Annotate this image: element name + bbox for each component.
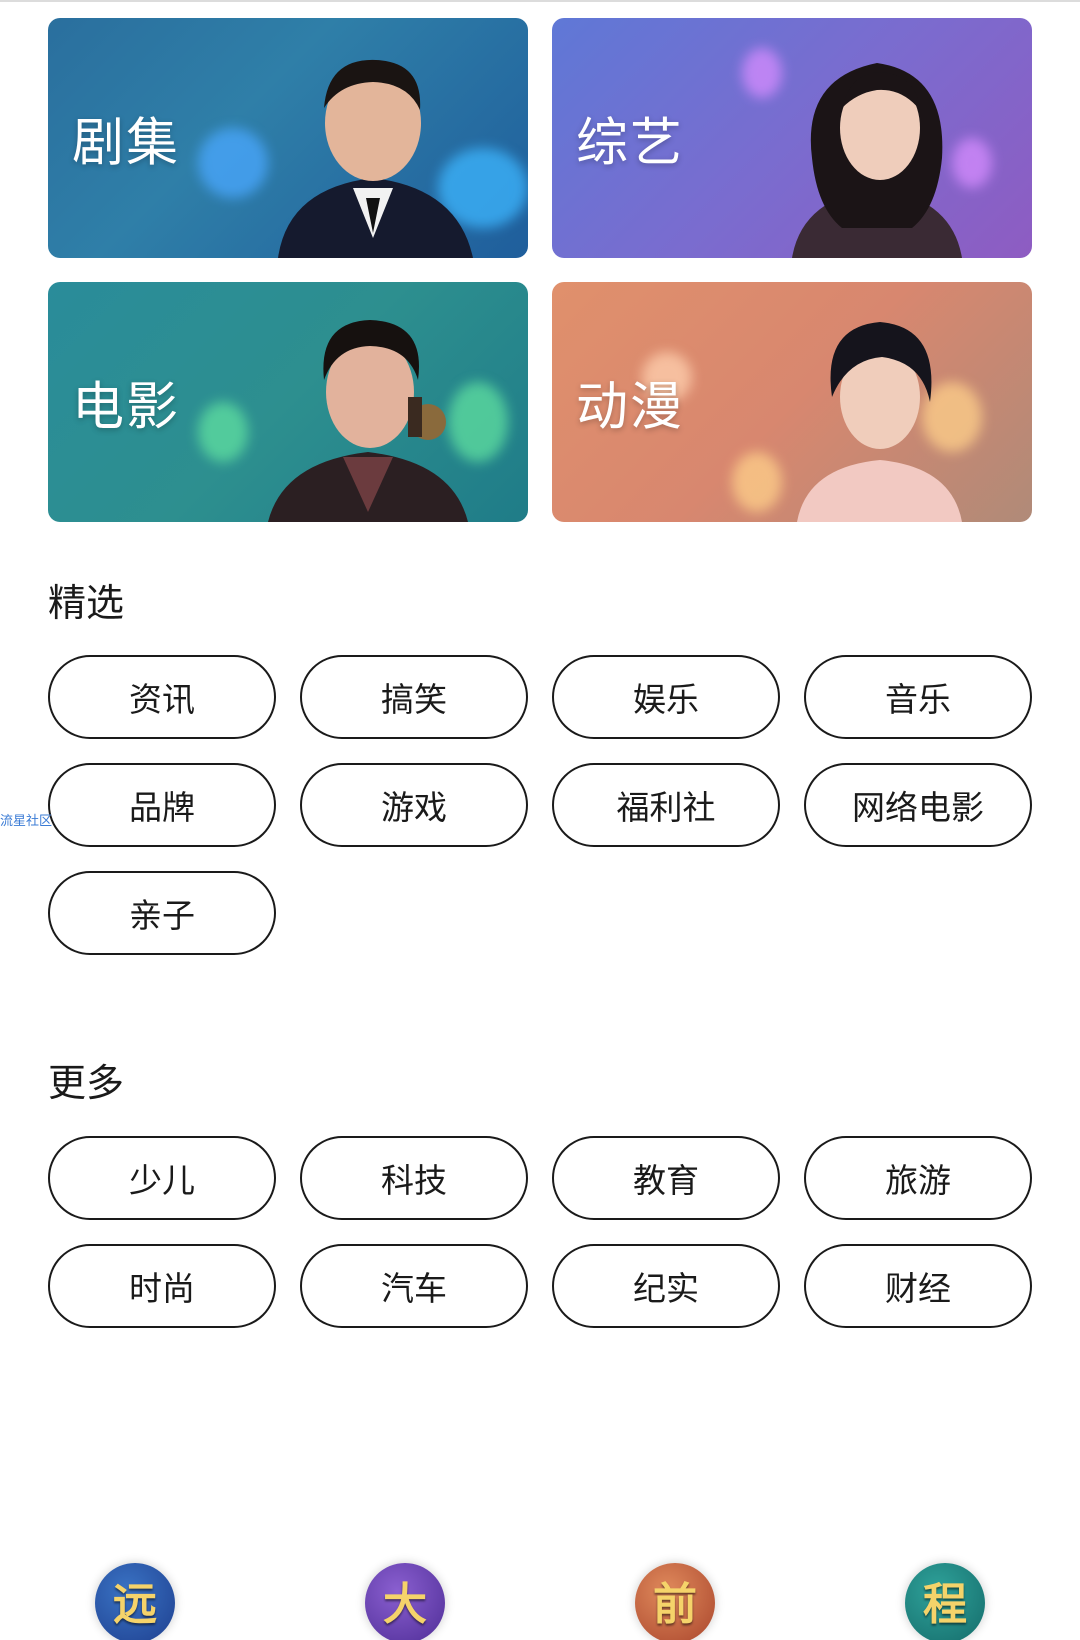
bottom-tab-2[interactable]: 大 (365, 1563, 445, 1640)
tab-label: 前 (653, 1579, 697, 1630)
tag-kids[interactable]: 少儿 (48, 1136, 276, 1220)
category-title: 动漫 (576, 377, 685, 438)
watermark-text: 流星社区 (0, 814, 53, 829)
tag-tech[interactable]: 科技 (300, 1136, 528, 1220)
tag-entertainment[interactable]: 娱乐 (552, 655, 780, 739)
tag-parenting[interactable]: 亲子 (48, 871, 276, 955)
actor-photo (278, 59, 473, 258)
tag-brand[interactable]: 品牌 (48, 763, 276, 847)
tag-welfare[interactable]: 福利社 (552, 763, 780, 847)
category-card-variety[interactable]: 综艺 (552, 18, 1032, 258)
category-card-movie[interactable]: 电影 (48, 282, 528, 522)
tag-education[interactable]: 教育 (552, 1136, 780, 1220)
category-title: 综艺 (576, 113, 685, 174)
tag-auto[interactable]: 汽车 (300, 1244, 528, 1328)
category-card-anime[interactable]: 动漫 (552, 282, 1032, 522)
category-title: 剧集 (72, 113, 181, 174)
tag-fashion[interactable]: 时尚 (48, 1244, 276, 1328)
tag-funny[interactable]: 搞笑 (300, 655, 528, 739)
bottom-tab-3[interactable]: 前 (635, 1563, 715, 1640)
actress-photo (797, 322, 962, 522)
top-divider (0, 0, 1080, 2)
section-title-featured: 精选 (48, 581, 125, 625)
tag-music[interactable]: 音乐 (804, 655, 1032, 739)
bottom-tab-1[interactable]: 远 (95, 1563, 175, 1640)
tab-label: 大 (383, 1579, 427, 1630)
tag-news[interactable]: 资讯 (48, 655, 276, 739)
tab-label: 远 (113, 1579, 157, 1630)
actor-photo (268, 320, 468, 522)
bottom-tab-4[interactable]: 程 (905, 1563, 985, 1640)
tab-label: 程 (923, 1579, 967, 1630)
tag-travel[interactable]: 旅游 (804, 1136, 1032, 1220)
decor-blob (198, 402, 248, 462)
category-title: 电影 (72, 377, 181, 438)
actress-photo (792, 63, 962, 258)
tag-games[interactable]: 游戏 (300, 763, 528, 847)
tag-documentary[interactable]: 纪实 (552, 1244, 780, 1328)
section-title-more: 更多 (48, 1061, 125, 1105)
tag-web-movies[interactable]: 网络电影 (804, 763, 1032, 847)
category-card-drama[interactable]: 剧集 (48, 18, 528, 258)
tag-finance[interactable]: 财经 (804, 1244, 1032, 1328)
